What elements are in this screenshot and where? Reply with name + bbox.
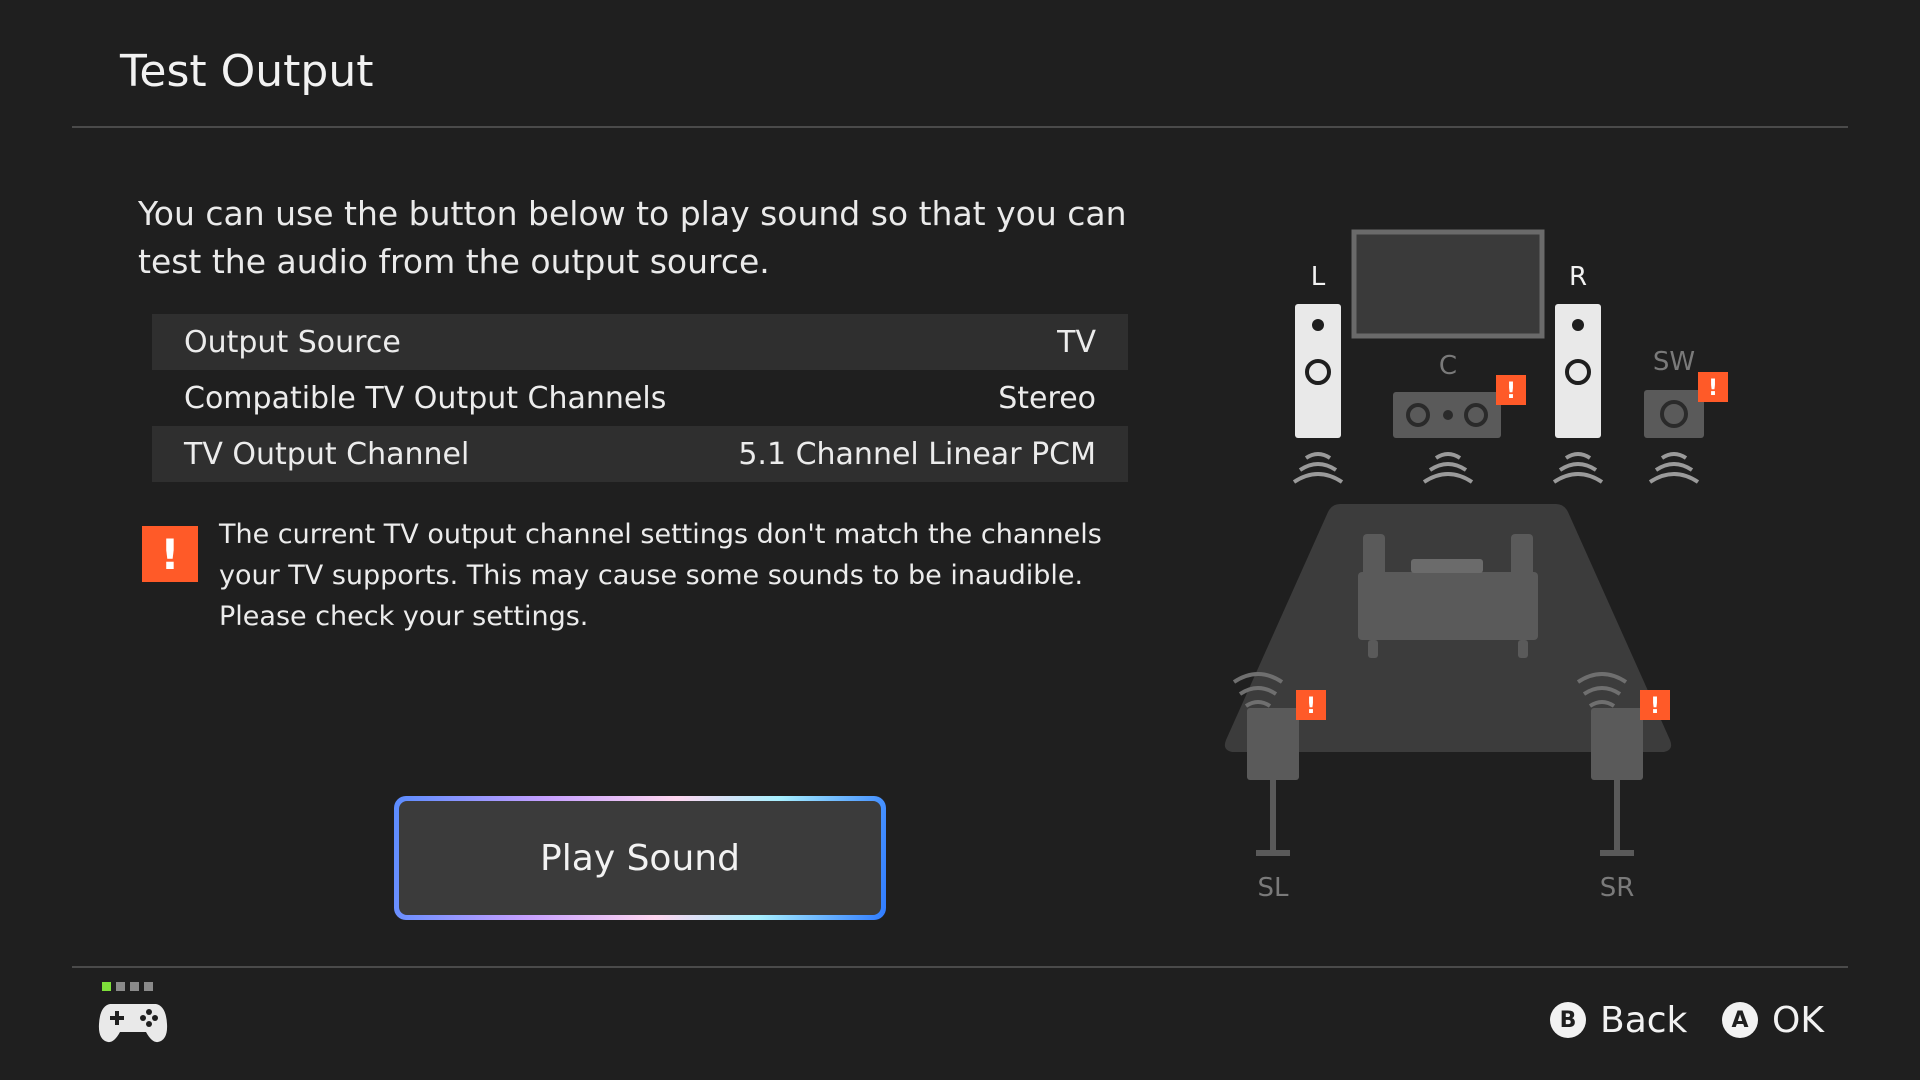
surround-right-warning-icon: ! bbox=[1640, 690, 1670, 720]
speaker-layout-diagram: L R C ! SW ! ! SL ! SR bbox=[1224, 229, 1728, 903]
play-sound-button[interactable]: Play Sound bbox=[394, 796, 886, 920]
intro-text: You can use the button below to play sou… bbox=[138, 194, 1127, 281]
back-button[interactable]: B Back bbox=[1550, 998, 1687, 1042]
footer-divider bbox=[72, 966, 1848, 968]
back-label: Back bbox=[1600, 999, 1688, 1041]
settings-row-label: Compatible TV Output Channels bbox=[184, 380, 667, 416]
settings-row-output-source: Output Source TV bbox=[152, 314, 1128, 370]
page-title: Test Output bbox=[120, 46, 374, 97]
header-divider bbox=[72, 126, 1848, 128]
svg-text:!: ! bbox=[1650, 694, 1660, 719]
player-indicator bbox=[116, 982, 125, 991]
front-left-speaker-icon bbox=[1292, 304, 1344, 484]
ok-label: OK bbox=[1772, 999, 1824, 1041]
speaker-label-center: C bbox=[1439, 351, 1457, 381]
center-warning-icon: ! bbox=[1496, 375, 1526, 405]
speaker-label-right: R bbox=[1569, 262, 1587, 292]
svg-text:!: ! bbox=[1306, 694, 1316, 719]
center-speaker-icon bbox=[1393, 392, 1501, 484]
speaker-label-surround-right: SR bbox=[1600, 873, 1635, 903]
surround-left-warning-icon: ! bbox=[1296, 690, 1326, 720]
settings-row-value: Stereo bbox=[998, 380, 1096, 416]
tv-screen-icon bbox=[1351, 229, 1545, 339]
player-indicator bbox=[144, 982, 153, 991]
gamepad-icon bbox=[98, 982, 168, 1043]
play-sound-label: Play Sound bbox=[399, 801, 881, 915]
speaker-label-left: L bbox=[1311, 262, 1326, 292]
warning-icon: ! bbox=[142, 526, 198, 582]
settings-row-compatible-channels: Compatible TV Output Channels Stereo bbox=[152, 370, 1128, 426]
subwoofer-warning-icon: ! bbox=[1698, 372, 1728, 402]
player-indicator bbox=[130, 982, 139, 991]
settings-row-label: TV Output Channel bbox=[184, 436, 470, 472]
settings-row-label: Output Source bbox=[184, 324, 401, 360]
front-right-speaker-icon bbox=[1552, 304, 1604, 484]
settings-row-value: TV bbox=[1057, 324, 1096, 360]
speaker-label-surround-left: SL bbox=[1258, 873, 1290, 903]
b-button-icon: B bbox=[1550, 1002, 1586, 1038]
svg-text:!: ! bbox=[1708, 376, 1718, 401]
player-indicator-active bbox=[102, 982, 111, 991]
settings-row-tv-output-channel: TV Output Channel 5.1 Channel Linear PCM bbox=[152, 426, 1128, 482]
warning-message: The current TV output channel settings d… bbox=[219, 519, 1102, 632]
a-button-icon: A bbox=[1722, 1002, 1758, 1038]
settings-row-value: 5.1 Channel Linear PCM bbox=[738, 436, 1096, 472]
subwoofer-icon bbox=[1644, 390, 1704, 484]
ok-button[interactable]: A OK bbox=[1722, 998, 1824, 1042]
speaker-label-subwoofer: SW bbox=[1653, 347, 1695, 377]
svg-text:!: ! bbox=[1506, 379, 1516, 404]
